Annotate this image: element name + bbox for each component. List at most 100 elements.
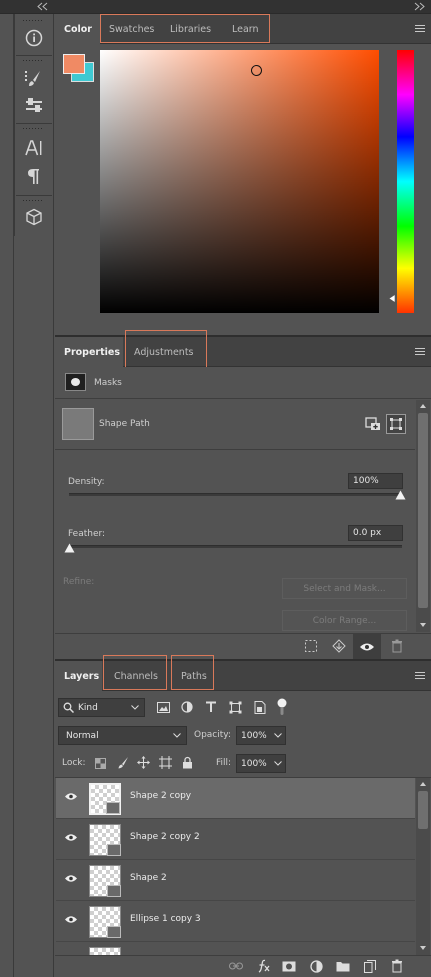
vector-mask-badge-icon bbox=[107, 926, 121, 938]
panel-menu-icon[interactable] bbox=[415, 672, 425, 681]
layer-thumbnail[interactable] bbox=[89, 947, 121, 955]
expand-right-icon[interactable] bbox=[414, 2, 426, 11]
hue-slider[interactable] bbox=[397, 50, 414, 313]
load-selection-icon[interactable] bbox=[303, 638, 319, 654]
apply-mask-icon[interactable] bbox=[331, 638, 347, 654]
foreground-color-swatch[interactable] bbox=[63, 54, 85, 74]
filter-toggle-icon[interactable] bbox=[276, 697, 288, 717]
brush-panel-icon[interactable] bbox=[21, 67, 47, 89]
filter-adjustment-icon[interactable] bbox=[180, 700, 194, 714]
new-layer-icon[interactable] bbox=[362, 959, 378, 973]
add-vector-mask-icon[interactable] bbox=[386, 414, 406, 434]
chevron-down-icon bbox=[274, 733, 282, 738]
highlight-box bbox=[100, 14, 270, 43]
layers-scroll-thumb[interactable] bbox=[418, 791, 428, 829]
layer-row[interactable]: Shape 2 bbox=[56, 860, 415, 901]
blend-mode-select[interactable]: Normal bbox=[58, 726, 187, 745]
feather-slider-handle[interactable] bbox=[64, 543, 75, 553]
delete-layer-icon[interactable] bbox=[389, 959, 405, 973]
highlight-box bbox=[125, 330, 207, 372]
link-layers-icon[interactable] bbox=[228, 959, 244, 973]
left-dock-strip bbox=[0, 14, 14, 977]
layer-row[interactable]: Shape 2 copy bbox=[56, 778, 415, 819]
layer-row[interactable]: Ellipse 1 copy 3 bbox=[56, 901, 415, 942]
tab-color[interactable]: Color bbox=[55, 14, 100, 44]
layer-name[interactable]: Shape 2 copy 2 bbox=[130, 832, 200, 842]
filter-shape-icon[interactable] bbox=[228, 700, 242, 714]
mask-icon bbox=[65, 373, 86, 391]
opacity-input[interactable]: 100% bbox=[236, 726, 286, 745]
add-pixel-mask-icon[interactable] bbox=[365, 416, 381, 432]
density-slider-handle[interactable] bbox=[395, 490, 406, 500]
lock-artboard-icon[interactable] bbox=[158, 755, 173, 770]
layer-name[interactable]: Ellipse 1 copy 3 bbox=[130, 914, 201, 924]
color-picker-cursor[interactable] bbox=[251, 65, 262, 76]
layer-row-partial[interactable] bbox=[56, 942, 415, 955]
layer-style-fx-icon[interactable] bbox=[255, 958, 273, 974]
collapse-left-icon[interactable] bbox=[36, 2, 48, 11]
opacity-label: Opacity: bbox=[194, 730, 231, 740]
chevron-down-icon bbox=[173, 733, 181, 738]
layer-name[interactable]: Shape 2 copy bbox=[130, 791, 191, 801]
vector-mask-badge-icon bbox=[107, 885, 121, 897]
layer-thumbnail[interactable] bbox=[89, 824, 121, 856]
density-slider[interactable] bbox=[69, 493, 402, 496]
select-and-mask-button[interactable]: Select and Mask... bbox=[282, 578, 407, 599]
paragraph-panel-icon[interactable] bbox=[21, 165, 47, 187]
hue-slider-handle[interactable] bbox=[388, 294, 396, 303]
vector-mask-thumbnail[interactable] bbox=[62, 408, 94, 440]
panel-menu-icon[interactable] bbox=[415, 25, 425, 34]
properties-scroll-thumb[interactable] bbox=[418, 413, 428, 608]
brush-settings-icon[interactable] bbox=[21, 95, 47, 117]
character-panel-icon[interactable] bbox=[21, 137, 47, 159]
feather-input[interactable]: 0.0 px bbox=[348, 525, 403, 541]
new-group-folder-icon[interactable] bbox=[335, 959, 351, 973]
new-adjustment-layer-icon[interactable] bbox=[308, 959, 324, 973]
add-layer-mask-icon[interactable] bbox=[281, 959, 297, 973]
layer-visibility-eye-icon[interactable] bbox=[64, 915, 78, 924]
layer-name[interactable]: Shape 2 bbox=[130, 873, 167, 883]
layer-visibility-eye-icon[interactable] bbox=[64, 792, 78, 801]
grip-handle[interactable] bbox=[22, 59, 44, 63]
filter-kind-select[interactable]: Kind bbox=[58, 698, 145, 717]
lock-image-pixels-icon[interactable] bbox=[115, 755, 130, 770]
grip-handle[interactable] bbox=[22, 199, 44, 203]
filter-pixel-icon[interactable] bbox=[156, 700, 170, 714]
fill-input[interactable]: 100% bbox=[236, 754, 286, 773]
masks-header: Masks bbox=[55, 367, 431, 399]
scroll-up-icon[interactable] bbox=[419, 781, 427, 787]
tab-properties[interactable]: Properties bbox=[55, 337, 123, 367]
grip-handle[interactable] bbox=[22, 19, 44, 23]
color-range-button[interactable]: Color Range... bbox=[282, 610, 407, 631]
3d-panel-icon[interactable] bbox=[21, 206, 47, 228]
shape-path-row: Shape Path bbox=[55, 400, 415, 450]
density-input[interactable]: 100% bbox=[348, 473, 403, 489]
grip-handle[interactable] bbox=[22, 127, 44, 131]
lock-all-icon[interactable] bbox=[180, 755, 195, 770]
blend-mode-value: Normal bbox=[66, 730, 99, 741]
chevron-down-icon bbox=[131, 705, 139, 710]
vector-mask-badge-icon bbox=[106, 802, 120, 814]
filter-smart-object-icon[interactable] bbox=[253, 700, 267, 714]
panel-menu-icon[interactable] bbox=[415, 348, 425, 357]
chevron-down-icon bbox=[274, 761, 282, 766]
filter-type-icon[interactable] bbox=[204, 700, 218, 714]
tab-layers[interactable]: Layers bbox=[55, 661, 102, 691]
lock-transparent-pixels-icon[interactable] bbox=[93, 756, 107, 770]
layer-thumbnail[interactable] bbox=[89, 783, 121, 815]
scroll-up-icon[interactable] bbox=[419, 403, 427, 409]
feather-slider[interactable] bbox=[69, 545, 402, 548]
layer-row[interactable]: Shape 2 copy 2 bbox=[56, 819, 415, 860]
layer-visibility-eye-icon[interactable] bbox=[64, 874, 78, 883]
info-panel-icon[interactable] bbox=[21, 27, 47, 49]
scroll-down-icon[interactable] bbox=[419, 945, 427, 951]
toggle-visibility-eye-icon[interactable] bbox=[353, 634, 381, 659]
layer-visibility-eye-icon[interactable] bbox=[64, 833, 78, 842]
lock-position-icon[interactable] bbox=[136, 755, 151, 770]
color-field[interactable] bbox=[100, 50, 379, 313]
delete-mask-icon[interactable] bbox=[389, 638, 405, 654]
layer-thumbnail[interactable] bbox=[89, 865, 121, 897]
layer-thumbnail[interactable] bbox=[89, 906, 121, 938]
top-collapse-bar bbox=[0, 0, 431, 14]
scroll-down-icon[interactable] bbox=[419, 622, 427, 628]
